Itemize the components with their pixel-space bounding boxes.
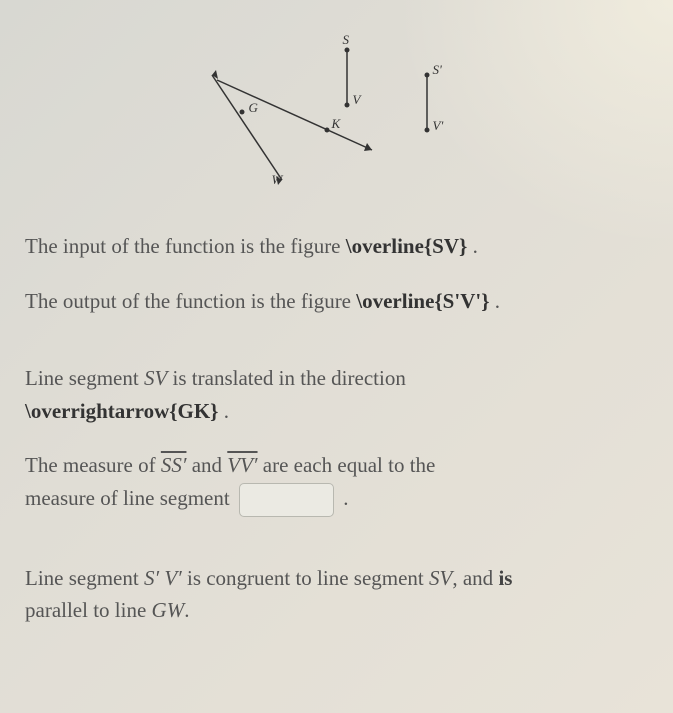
p5-mid1: is congruent to line segment [182, 566, 429, 590]
p4-mid: and [186, 453, 227, 477]
p5-bold: is [498, 566, 512, 590]
label-K: K [332, 116, 341, 132]
p5-mid2: , and [452, 566, 498, 590]
p3-suffix2: . [218, 399, 229, 423]
p3-suffix: is translated in the direction [167, 366, 406, 390]
p5-var2: SV [429, 566, 452, 590]
p2-latex: \overline{S'V'} [356, 289, 489, 313]
p5-var1: S′ V′ [144, 566, 182, 590]
diagram-svg [187, 20, 487, 200]
p3-latex: \overrightarrow{GK} [25, 399, 218, 423]
p5-line2-prefix: parallel to line [25, 598, 152, 622]
p4-line2-prefix: measure of line segment [25, 486, 235, 510]
p4-seg2: VV′ [227, 453, 257, 477]
label-Sp: S' [433, 62, 442, 78]
p1-prefix: The input of the function is the figure [25, 234, 346, 258]
p2-suffix: . [489, 289, 500, 313]
p3-var: SV [144, 366, 167, 390]
p5-prefix: Line segment [25, 566, 144, 590]
p1-suffix: . [467, 234, 478, 258]
answer-input[interactable] [239, 483, 334, 517]
label-V: V [353, 92, 361, 108]
label-W: W [272, 172, 283, 188]
paragraph-input: The input of the function is the figure … [25, 230, 648, 263]
p5-line2-suffix: . [184, 598, 189, 622]
p4-suffix: are each equal to the [258, 453, 436, 477]
paragraph-translation: Line segment SV is translated in the dir… [25, 362, 648, 427]
p5-var3: GW [152, 598, 185, 622]
p4-seg1: SS′ [161, 453, 187, 477]
label-Vp: V' [433, 118, 444, 134]
label-S: S [343, 32, 350, 48]
paragraph-measure: The measure of SS′ and VV′ are each equa… [25, 449, 648, 517]
label-G: G [249, 100, 258, 116]
p4-prefix: The measure of [25, 453, 161, 477]
p4-line2-suffix: . [338, 486, 349, 510]
geometry-diagram: G K W S V S' V' [187, 20, 487, 200]
paragraph-output: The output of the function is the figure… [25, 285, 648, 318]
paragraph-congruent: Line segment S′ V′ is congruent to line … [25, 562, 648, 627]
p2-prefix: The output of the function is the figure [25, 289, 356, 313]
p3-prefix: Line segment [25, 366, 144, 390]
p1-latex: \overline{SV} [346, 234, 468, 258]
